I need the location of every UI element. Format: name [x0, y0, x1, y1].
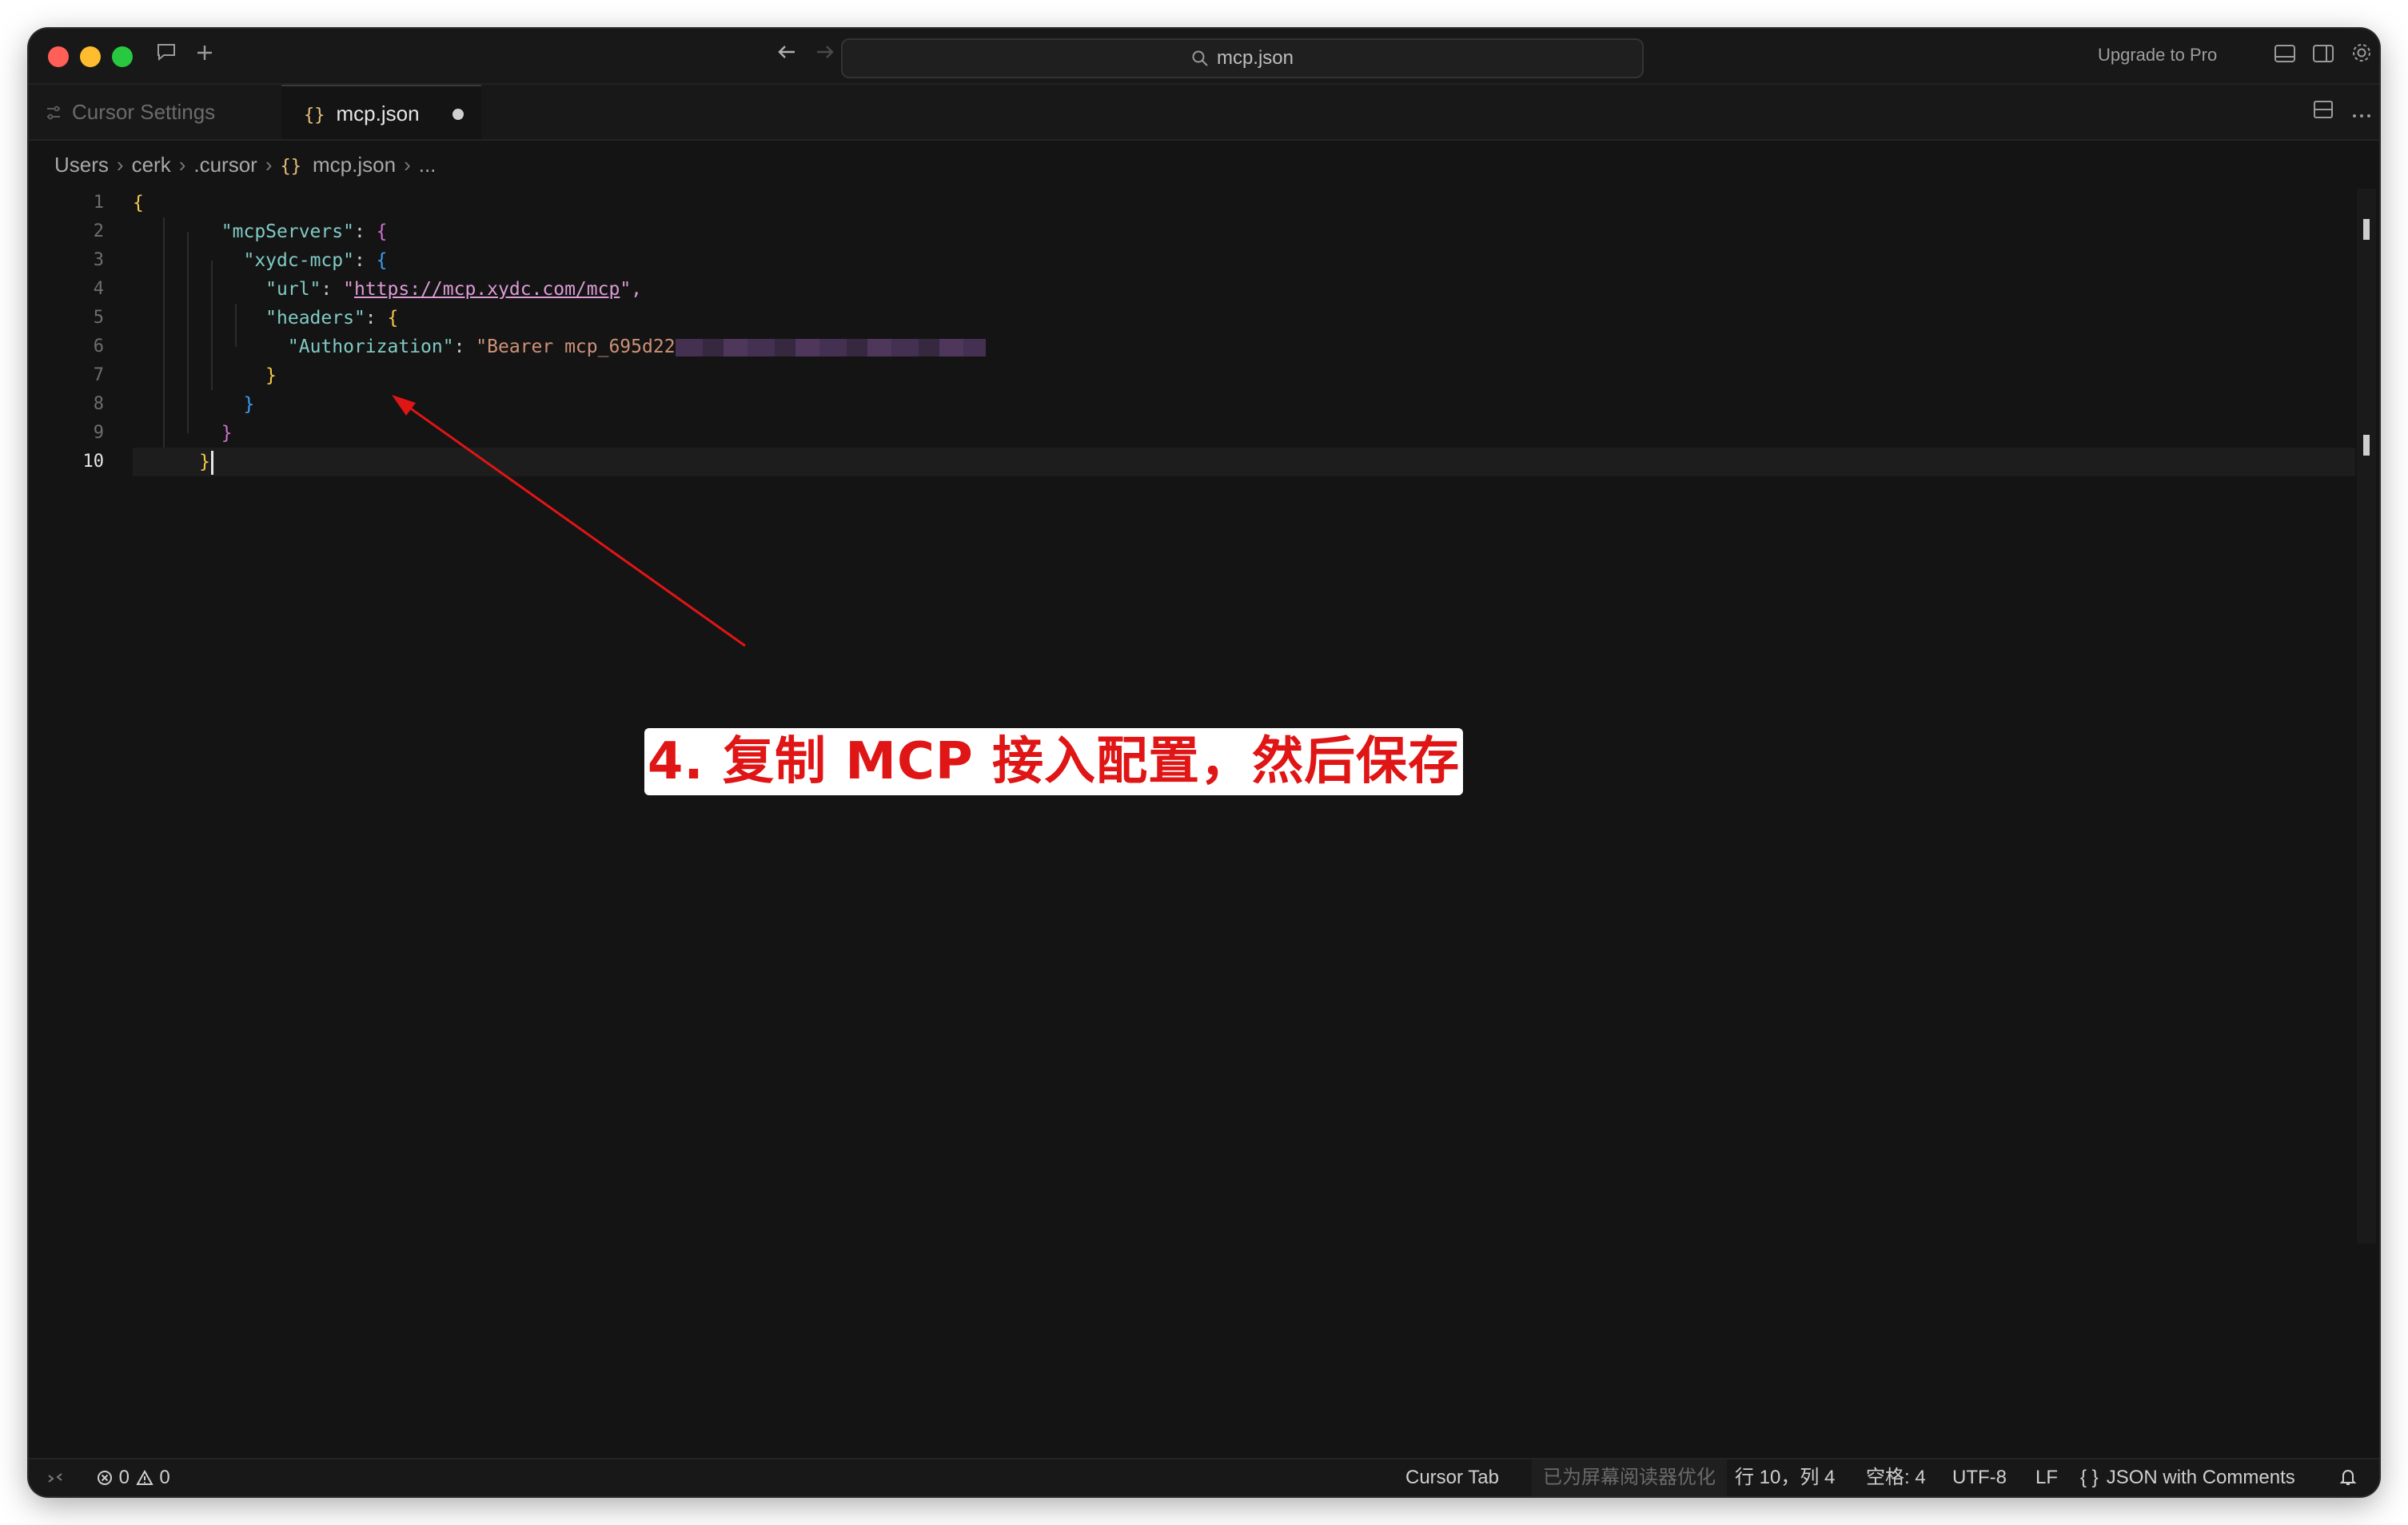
warning-count: 0 — [159, 1467, 170, 1488]
cursor-tab-status[interactable]: Cursor Tab — [1405, 1459, 1499, 1496]
problems-indicator[interactable]: 0 0 — [96, 1459, 170, 1496]
end-of-line-setting[interactable]: LF — [2035, 1459, 2058, 1496]
warning-icon — [135, 1467, 160, 1488]
cursor-position[interactable]: 行 10，列 4 — [1735, 1459, 1835, 1496]
notifications-bell-icon[interactable] — [2339, 1459, 2357, 1496]
remote-indicator-icon[interactable] — [46, 1459, 64, 1496]
encoding-setting[interactable]: UTF-8 — [1952, 1459, 2007, 1496]
language-label: JSON with Comments — [2106, 1467, 2295, 1488]
error-icon — [96, 1467, 119, 1488]
indentation-setting[interactable]: 空格: 4 — [1866, 1459, 1926, 1496]
screen-reader-status[interactable]: 已为屏幕阅读器优化 — [1532, 1459, 1727, 1496]
language-mode[interactable]: { } JSON with Comments — [2080, 1459, 2295, 1496]
error-count: 0 — [118, 1467, 130, 1488]
app-window: mcp.json Upgrade to Pro Cursor Settings … — [29, 29, 2379, 1496]
annotation-callout: 4. 复制 MCP 接入配置，然后保存 — [644, 728, 1463, 795]
json-braces-icon: { } — [2080, 1467, 2099, 1488]
status-bar: 0 0 Cursor Tab 已为屏幕阅读器优化 行 10，列 4 空格: 4 … — [29, 1458, 2379, 1496]
